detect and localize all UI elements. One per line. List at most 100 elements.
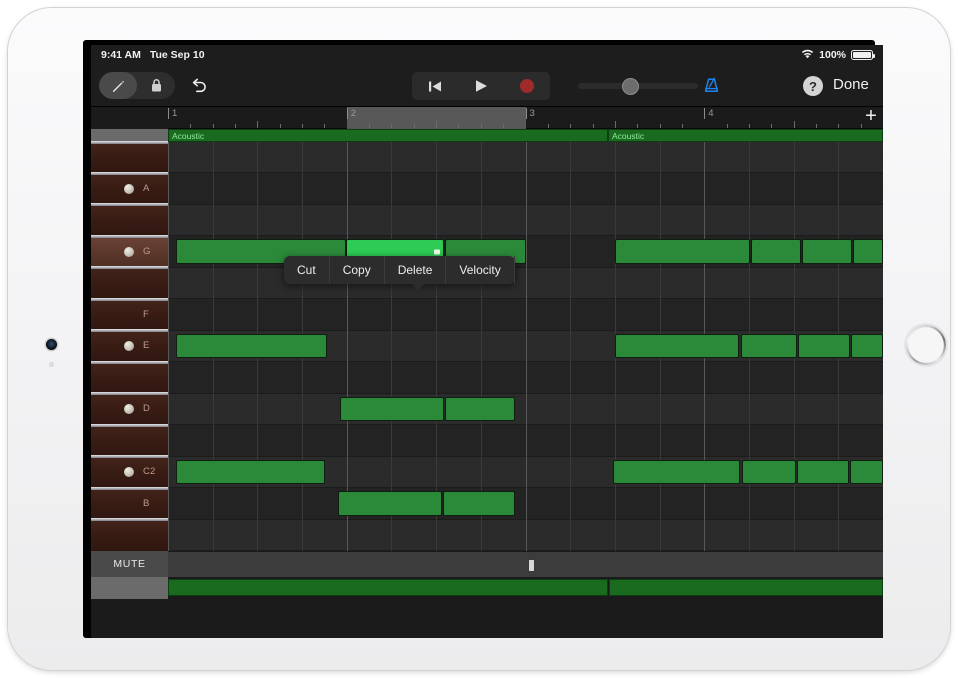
fret-row[interactable] xyxy=(91,425,168,456)
note[interactable] xyxy=(176,460,325,484)
mute-lane[interactable] xyxy=(168,551,883,577)
fret-row-d[interactable]: D xyxy=(91,394,168,425)
add-button[interactable]: + xyxy=(862,108,880,126)
fret-row[interactable] xyxy=(91,142,168,173)
fret-wire xyxy=(91,424,168,427)
front-camera-icon xyxy=(46,339,57,350)
edit-mode-segmented-control[interactable] xyxy=(99,72,175,99)
note[interactable] xyxy=(802,239,852,263)
overview-strip[interactable] xyxy=(168,577,883,599)
note[interactable] xyxy=(751,239,801,263)
region-header-row: Acoustic Acoustic xyxy=(91,129,883,142)
ruler-bar-number: 4 xyxy=(704,108,713,119)
ruler-lane[interactable]: 1234 xyxy=(168,107,883,129)
fret-row[interactable] xyxy=(91,268,168,299)
ruler-tick xyxy=(816,124,817,128)
mute-marker[interactable] xyxy=(528,559,535,572)
volume-slider-knob[interactable] xyxy=(623,79,638,94)
note-resize-handle[interactable] xyxy=(434,249,440,254)
note[interactable] xyxy=(176,334,327,358)
note-grid[interactable] xyxy=(168,142,883,599)
grid-line xyxy=(481,142,482,551)
fretboard-key-column[interactable]: MUTE A G FE D C2 B xyxy=(91,142,168,599)
volume-slider[interactable] xyxy=(578,79,698,93)
ruler-tick xyxy=(593,124,594,128)
note[interactable] xyxy=(742,460,796,484)
ruler-tick xyxy=(235,124,236,128)
fret-row[interactable] xyxy=(91,205,168,236)
done-button[interactable]: Done xyxy=(833,76,869,93)
note[interactable] xyxy=(338,491,442,515)
ruler-tick xyxy=(213,124,214,128)
key-label: G xyxy=(143,246,151,257)
fret-wire xyxy=(91,203,168,206)
note[interactable] xyxy=(613,460,740,484)
fret-wire xyxy=(91,298,168,301)
fret-marker-icon xyxy=(124,341,134,351)
note[interactable] xyxy=(850,460,883,484)
ruler-tick xyxy=(324,124,325,128)
ruler-tick xyxy=(436,121,437,128)
note[interactable] xyxy=(445,397,515,421)
note[interactable] xyxy=(741,334,797,358)
fret-wire xyxy=(91,487,168,490)
context-menu-item-cut[interactable]: Cut xyxy=(284,256,330,284)
note[interactable] xyxy=(340,397,444,421)
key-label: B xyxy=(143,498,150,509)
fret-row[interactable] xyxy=(91,362,168,393)
note[interactable] xyxy=(615,334,739,358)
fret-row-b[interactable]: B xyxy=(91,488,168,519)
ruler-tick xyxy=(771,124,772,128)
region-header[interactable]: Acoustic xyxy=(168,129,608,142)
wifi-icon xyxy=(801,49,814,62)
fret-row-e[interactable]: E xyxy=(91,331,168,362)
undo-icon[interactable] xyxy=(189,77,209,95)
key-label: A xyxy=(143,183,150,194)
ruler-tick xyxy=(458,124,459,128)
metronome-icon[interactable] xyxy=(701,75,722,101)
note[interactable] xyxy=(853,239,883,263)
grid-line xyxy=(526,142,527,551)
timeline-ruler[interactable]: 1234 + xyxy=(91,107,883,129)
help-button[interactable]: ? xyxy=(803,76,823,96)
fret-row-a[interactable]: A xyxy=(91,173,168,204)
fret-row-f[interactable]: F xyxy=(91,299,168,330)
fret-row[interactable] xyxy=(91,520,168,551)
ruler-tick xyxy=(794,121,795,128)
home-button[interactable] xyxy=(905,324,947,366)
overview-region[interactable] xyxy=(168,579,608,596)
context-menu-item-delete[interactable]: Delete xyxy=(385,256,447,284)
context-menu-item-copy[interactable]: Copy xyxy=(330,256,385,284)
lock-icon[interactable] xyxy=(137,72,175,99)
region-header[interactable]: Acoustic xyxy=(608,129,883,142)
mute-row-label[interactable]: MUTE xyxy=(91,551,168,577)
context-menu[interactable]: CutCopyDeleteVelocity xyxy=(284,256,515,284)
microphone-icon xyxy=(49,362,54,367)
status-bar: 9:41 AM Tue Sep 10 100% xyxy=(91,45,883,65)
rewind-icon[interactable] xyxy=(412,72,458,100)
fret-row-g[interactable]: G xyxy=(91,236,168,267)
fret-wire xyxy=(91,266,168,269)
overview-region[interactable] xyxy=(609,579,883,596)
ruler-tick xyxy=(682,124,683,128)
note[interactable] xyxy=(443,491,515,515)
note[interactable] xyxy=(797,460,849,484)
ruler-bar-number: 2 xyxy=(347,108,356,119)
fret-wire xyxy=(91,172,168,175)
ruler-tick xyxy=(391,124,392,128)
note[interactable] xyxy=(615,239,750,263)
ruler-tick xyxy=(637,124,638,128)
note[interactable] xyxy=(798,334,850,358)
record-icon[interactable] xyxy=(504,72,550,100)
play-icon[interactable] xyxy=(458,72,504,100)
fret-row-c2[interactable]: C2 xyxy=(91,457,168,488)
ruler-tick xyxy=(369,124,370,128)
ruler-tick xyxy=(749,124,750,128)
pencil-icon[interactable] xyxy=(99,72,137,99)
context-menu-item-velocity[interactable]: Velocity xyxy=(446,256,514,284)
note[interactable] xyxy=(851,334,883,358)
ruler-tick xyxy=(570,124,571,128)
region-label: Acoustic xyxy=(172,131,204,141)
key-label: F xyxy=(143,309,149,320)
ruler-tick xyxy=(190,124,191,128)
